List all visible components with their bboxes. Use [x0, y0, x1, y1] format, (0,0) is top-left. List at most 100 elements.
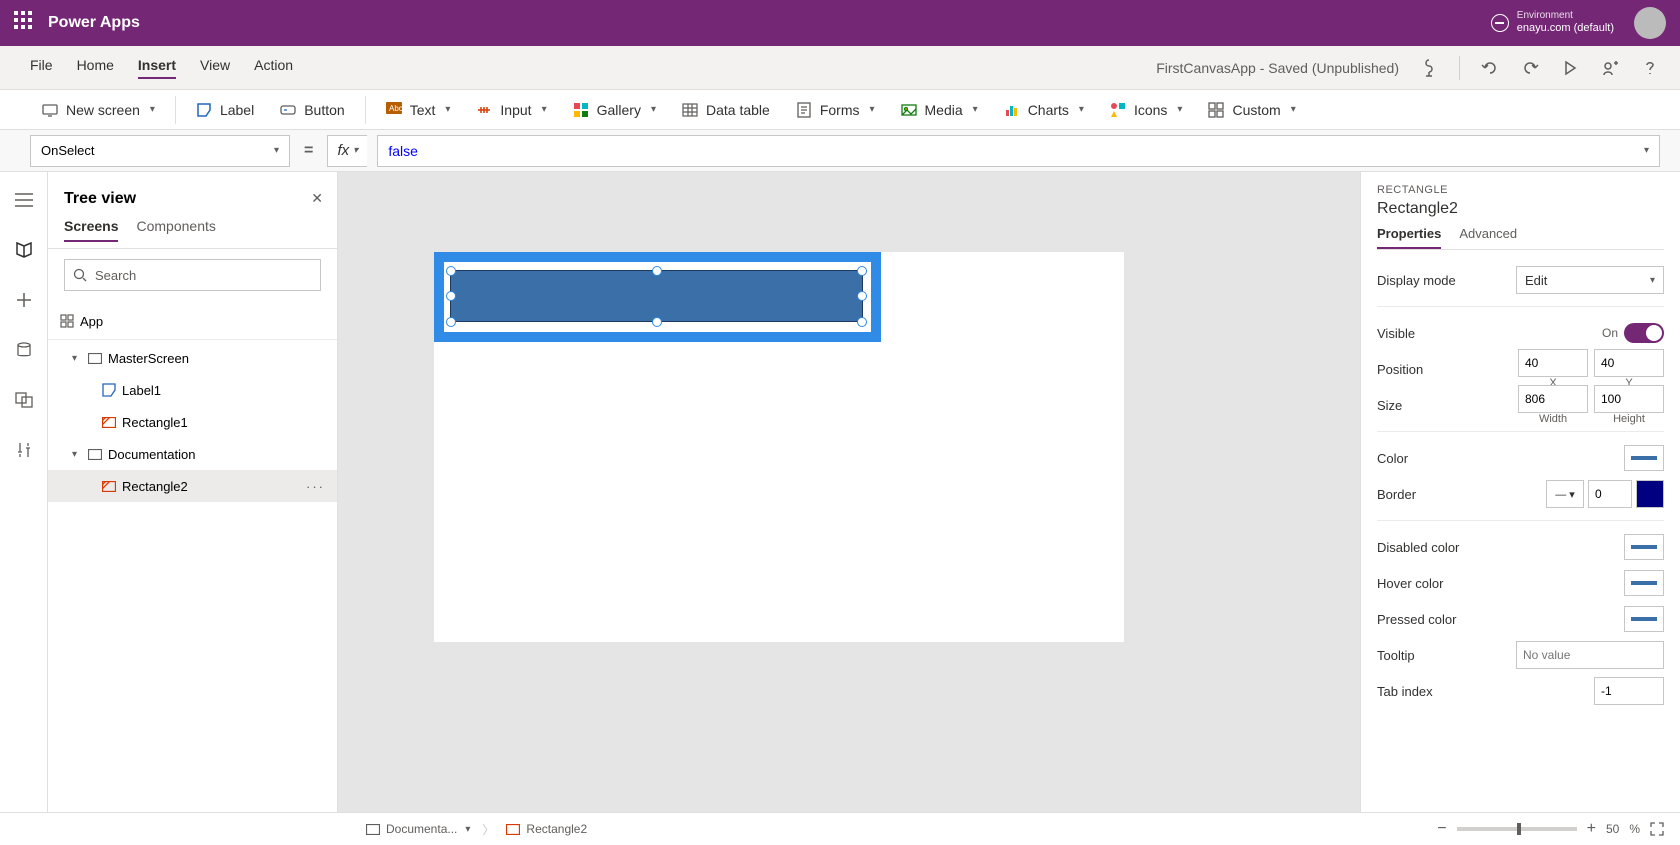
forms-dropdown[interactable]: Forms ▾ [784, 92, 887, 128]
add-icon[interactable] [14, 290, 34, 310]
resize-handle-n[interactable] [652, 266, 662, 276]
zoom-in-button[interactable]: + [1587, 820, 1596, 838]
tree-node-label1[interactable]: Label1 [48, 374, 337, 406]
formula-input[interactable]: false ▾ [377, 135, 1660, 167]
search-icon [73, 268, 87, 282]
close-panel-icon[interactable]: ✕ [311, 190, 323, 207]
icons-dropdown[interactable]: Icons ▾ [1098, 92, 1195, 128]
rectangle-icon [102, 415, 116, 429]
tree-node-rectangle2[interactable]: Rectangle2 ··· [48, 470, 337, 502]
formula-value: false [388, 143, 418, 159]
text-dropdown[interactable]: Abc Text ▾ [374, 92, 463, 128]
tree-view-icon[interactable] [14, 240, 34, 260]
disabled-color-picker[interactable] [1624, 534, 1664, 560]
size-width-input[interactable] [1518, 385, 1588, 413]
pressed-color-picker[interactable] [1624, 606, 1664, 632]
data-table-label: Data table [706, 102, 770, 118]
property-selector-value: OnSelect [41, 143, 94, 158]
selected-rectangle[interactable] [450, 270, 863, 322]
user-avatar[interactable] [1634, 7, 1666, 39]
display-mode-select[interactable]: Edit▾ [1516, 266, 1664, 294]
tree-node-rectangle1[interactable]: Rectangle1 [48, 406, 337, 438]
more-options-icon[interactable]: ··· [306, 479, 325, 494]
canvas-area[interactable] [338, 172, 1360, 812]
hover-color-label: Hover color [1377, 576, 1624, 591]
resize-handle-se[interactable] [857, 317, 867, 327]
menu-file[interactable]: File [30, 57, 53, 79]
node-label: Documentation [108, 447, 195, 462]
new-screen-button[interactable]: New screen ▾ [30, 92, 167, 128]
input-dropdown[interactable]: Input ▾ [464, 92, 558, 128]
app-launcher-icon[interactable] [14, 11, 38, 35]
chevron-down-icon: ▾ [1291, 104, 1296, 115]
tree-node-documentation[interactable]: ▾ Documentation [48, 438, 337, 470]
visible-value: On [1602, 326, 1618, 340]
border-style-select[interactable]: — ▾ [1546, 480, 1584, 508]
tab-screens[interactable]: Screens [64, 218, 118, 242]
text-icon: Abc [386, 102, 402, 118]
media-panel-icon[interactable] [14, 390, 34, 410]
chevron-down-icon: ▾ [353, 145, 358, 156]
insert-toolbar: New screen ▾ Label Button Abc Text ▾ Inp… [0, 90, 1680, 130]
color-picker[interactable] [1624, 445, 1664, 471]
tab-advanced[interactable]: Advanced [1459, 226, 1517, 249]
visible-toggle[interactable] [1624, 323, 1664, 343]
media-dropdown[interactable]: Media ▾ [889, 92, 990, 128]
breadcrumb-screen[interactable]: Documenta... ▾ [366, 822, 470, 836]
fit-to-window-icon[interactable] [1650, 822, 1664, 836]
properties-panel: RECTANGLE Rectangle2 Properties Advanced… [1360, 172, 1680, 812]
tabindex-input[interactable] [1594, 677, 1664, 705]
resize-handle-sw[interactable] [446, 317, 456, 327]
undo-icon[interactable] [1480, 58, 1500, 78]
tree-node-masterscreen[interactable]: ▾ MasterScreen [48, 342, 337, 374]
position-x-input[interactable] [1518, 349, 1588, 377]
charts-dropdown[interactable]: Charts ▾ [992, 92, 1096, 128]
hamburger-icon[interactable] [14, 190, 34, 210]
border-width-input[interactable] [1588, 480, 1632, 508]
zoom-slider[interactable] [1457, 827, 1577, 831]
tab-components[interactable]: Components [136, 218, 215, 242]
tooltip-input[interactable] [1516, 641, 1664, 669]
redo-icon[interactable] [1520, 58, 1540, 78]
tooltip-label: Tooltip [1377, 648, 1516, 663]
menu-action[interactable]: Action [254, 57, 293, 79]
resize-handle-nw[interactable] [446, 266, 456, 276]
label-button[interactable]: Label [184, 92, 266, 128]
menu-insert[interactable]: Insert [138, 57, 176, 79]
charts-icon [1004, 102, 1020, 118]
menu-view[interactable]: View [200, 57, 230, 79]
button-button[interactable]: Button [268, 92, 356, 128]
zoom-out-button[interactable]: − [1437, 820, 1446, 838]
data-icon[interactable] [14, 340, 34, 360]
rectangle-icon [506, 824, 520, 835]
play-icon[interactable] [1560, 58, 1580, 78]
border-color-picker[interactable] [1636, 480, 1664, 508]
chevron-down-icon: ▾ [1177, 104, 1182, 115]
breadcrumb-control[interactable]: Rectangle2 [506, 822, 587, 836]
resize-handle-ne[interactable] [857, 266, 867, 276]
position-y-input[interactable] [1594, 349, 1664, 377]
label-button-text: Label [220, 102, 254, 118]
custom-dropdown[interactable]: Custom ▾ [1196, 92, 1307, 128]
app-checker-icon[interactable] [1419, 58, 1439, 78]
tab-properties[interactable]: Properties [1377, 226, 1441, 249]
resize-handle-e[interactable] [857, 291, 867, 301]
breadcrumb-separator: 〉 [482, 821, 494, 838]
help-icon[interactable] [1640, 58, 1660, 78]
property-selector[interactable]: OnSelect ▾ [30, 135, 290, 167]
size-height-input[interactable] [1594, 385, 1664, 413]
tree-search[interactable]: Search [64, 259, 321, 291]
gallery-dropdown[interactable]: Gallery ▾ [561, 92, 668, 128]
tools-icon[interactable] [14, 440, 34, 460]
control-name[interactable]: Rectangle2 [1377, 200, 1664, 218]
svg-text:Abc: Abc [389, 104, 402, 113]
tree-node-app[interactable]: App [48, 305, 337, 337]
menu-home[interactable]: Home [77, 57, 114, 79]
fx-button[interactable]: fx▾ [327, 135, 367, 167]
resize-handle-w[interactable] [446, 291, 456, 301]
hover-color-picker[interactable] [1624, 570, 1664, 596]
resize-handle-s[interactable] [652, 317, 662, 327]
data-table-button[interactable]: Data table [670, 92, 782, 128]
share-icon[interactable] [1600, 58, 1620, 78]
environment-picker[interactable]: Environment enayu.com (default) [1491, 10, 1614, 35]
